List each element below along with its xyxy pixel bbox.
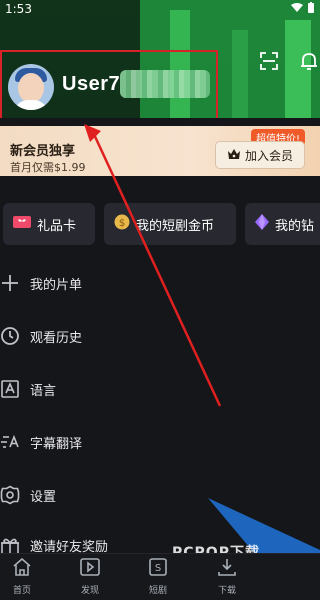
diamond-icon [255, 214, 269, 234]
discover-icon [80, 558, 100, 580]
crown-icon [227, 148, 241, 163]
diamonds-chip[interactable]: 我的钻 [245, 203, 320, 245]
tab-discover[interactable]: 发现 [70, 558, 110, 598]
menu-item-language[interactable]: 语言 [0, 369, 320, 409]
gift-card-icon [13, 215, 31, 233]
short-drama-icon: S [148, 558, 168, 580]
profile-header: 1:53 User7 [0, 0, 320, 118]
gift-icon [0, 536, 20, 554]
join-vip-button[interactable]: 加入会员 [215, 141, 305, 169]
bell-icon[interactable] [298, 50, 320, 72]
tab-download[interactable]: 下载 [207, 558, 247, 598]
quick-links: 礼品卡 $ 我的短剧金币 我的钻 [0, 203, 320, 245]
vip-title: 新会员独享 [10, 144, 76, 159]
vip-banner[interactable]: 新会员独享 首月仅需$1.99 超值特价! 加入会员 [0, 126, 320, 176]
username-blurred [120, 70, 210, 98]
coins-chip[interactable]: $ 我的短剧金币 [104, 203, 236, 245]
status-bar: 1:53 [0, 0, 320, 18]
home-icon [12, 557, 32, 580]
status-time: 1:53 [5, 2, 32, 16]
username: User7 [62, 73, 121, 95]
language-icon [0, 379, 20, 399]
join-vip-label: 加入会员 [244, 148, 293, 163]
wifi-icon [291, 2, 303, 16]
svg-text:$: $ [119, 218, 125, 229]
gear-icon [0, 485, 20, 505]
menu-item-playlist[interactable]: 我的片单 [0, 263, 320, 303]
battery-icon [307, 1, 315, 17]
menu-item-history[interactable]: 观看历史 [0, 316, 320, 356]
clock-icon [0, 326, 20, 346]
menu-item-settings[interactable]: 设置 [0, 475, 320, 515]
svg-text:S: S [155, 563, 161, 574]
download-icon [217, 558, 237, 580]
gift-card-chip[interactable]: 礼品卡 [3, 203, 95, 245]
tab-home[interactable]: 首页 [2, 557, 42, 598]
bottom-tab-bar: 首页 发现 S 短剧 下载 [0, 553, 320, 600]
coin-icon: $ [114, 214, 130, 234]
vip-subtitle: 首月仅需$1.99 [10, 161, 86, 174]
tab-short-drama[interactable]: S 短剧 [138, 558, 178, 598]
plus-icon [0, 273, 20, 293]
menu-item-subtitles[interactable]: 字幕翻译 [0, 422, 320, 462]
profile-card[interactable]: User7 [0, 50, 218, 118]
scan-icon[interactable] [258, 50, 280, 72]
avatar[interactable] [8, 64, 54, 110]
subtitle-icon [0, 432, 20, 452]
header-decoration [232, 30, 248, 118]
